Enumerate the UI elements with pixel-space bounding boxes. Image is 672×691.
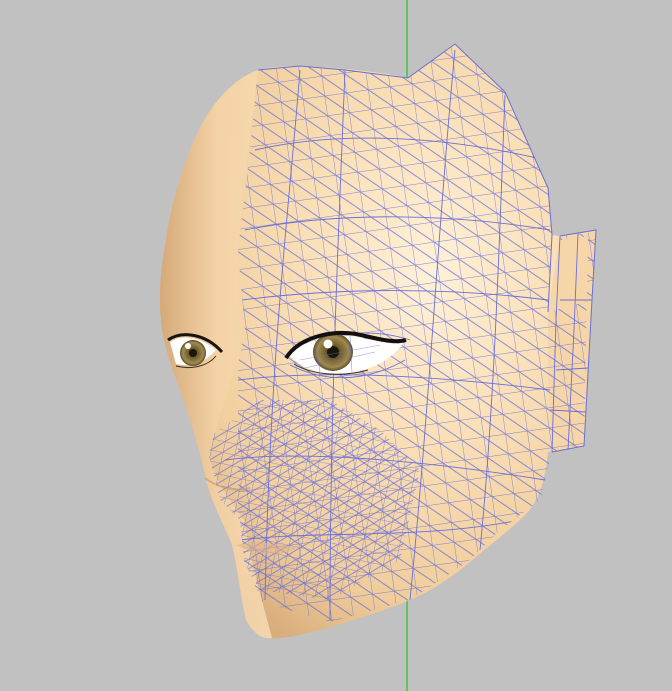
3d-viewport[interactable] — [0, 0, 672, 691]
3d-head-mesh[interactable] — [159, 40, 608, 640]
scene-canvas[interactable] — [0, 0, 672, 691]
